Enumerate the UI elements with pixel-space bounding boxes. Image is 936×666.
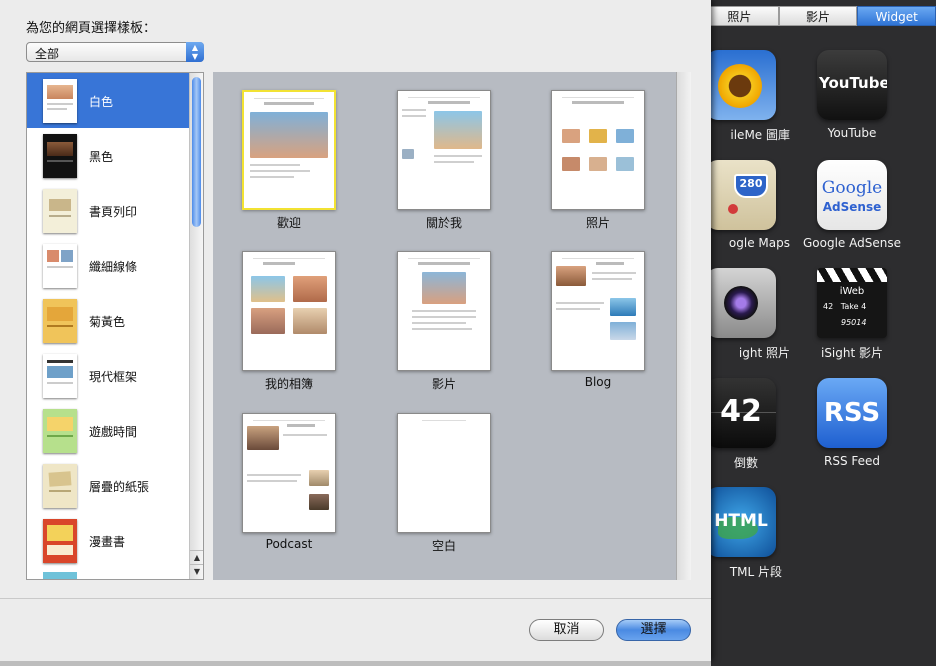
html-globe-icon: HTML (706, 487, 776, 557)
template-grid-scrollbar[interactable] (676, 72, 691, 580)
template-chooser-dialog: 為您的網頁選擇樣板： 全部 ▲ ▼ 白色 黑色 書頁列印 纖細線條 菊黃色 現代… (0, 0, 711, 661)
template-label: 影片 (431, 377, 456, 391)
tab-movies[interactable]: 影片 (778, 6, 858, 26)
theme-item[interactable]: 白色 (27, 73, 191, 128)
widget-label: iSight 影片 (820, 346, 884, 360)
template-label: 歡迎 (276, 216, 301, 230)
youtube-icon: YouTube (817, 50, 887, 120)
theme-label: 遊戲時間 (89, 425, 138, 439)
sunflower-icon (706, 50, 776, 120)
template-label: 空白 (431, 539, 456, 553)
cancel-button[interactable]: 取消 (529, 619, 604, 641)
template-thumbnail (242, 413, 336, 533)
youtube-logo-text: YouTube (819, 74, 887, 92)
countdown-number: 42 (720, 394, 762, 429)
maps-icon: 280 (706, 160, 776, 230)
theme-label: 白色 (89, 95, 114, 109)
theme-thumbnail (43, 409, 77, 453)
tab-photos[interactable]: 照片 (700, 6, 779, 26)
theme-thumbnail (43, 464, 77, 508)
template-blank[interactable]: 空白 (397, 413, 491, 554)
tab-widget[interactable]: Widget (857, 6, 936, 26)
template-thumbnail (397, 251, 491, 371)
select-arrows-icon: ▲ ▼ (186, 42, 204, 62)
adsense-icon: Google AdSense (817, 160, 887, 230)
theme-item[interactable]: 纖細線條 (27, 238, 191, 293)
clapperboard-icon: iWeb 42 Take 4 95014 (817, 268, 887, 338)
theme-item[interactable]: 層疊的紙張 (27, 458, 191, 513)
clapper-row-2: 95014 (841, 318, 867, 327)
template-blog[interactable]: Blog (551, 251, 645, 389)
widget-label: YouTube (827, 126, 877, 140)
theme-item[interactable]: 遊戲時間 (27, 403, 191, 458)
google-logo-text: Google (821, 178, 883, 198)
widget-item[interactable]: iWeb 42 Take 4 95014 iSight 影片 (797, 268, 907, 361)
dialog-prompt: 為您的網頁選擇樣板： (26, 21, 157, 36)
rss-text: RSS (823, 398, 881, 428)
scroll-up-arrow-icon[interactable]: ▲ (190, 550, 203, 565)
theme-label: 菊黃色 (89, 315, 126, 329)
camera-icon (706, 268, 776, 338)
template-label: Blog (584, 375, 612, 389)
theme-thumbnail (43, 354, 77, 398)
template-my-albums[interactable]: 我的相簿 (242, 251, 336, 392)
theme-label: 現代框架 (89, 370, 138, 384)
scroll-thumb[interactable] (192, 77, 201, 227)
template-thumbnail (397, 90, 491, 210)
theme-item[interactable]: 黑色 (27, 128, 191, 183)
widget-item[interactable]: YouTube YouTube (797, 50, 907, 140)
countdown-icon: 42 (706, 378, 776, 448)
template-label: 我的相簿 (264, 377, 313, 391)
theme-thumbnail (43, 519, 77, 563)
template-photos[interactable]: 照片 (551, 90, 645, 231)
template-welcome[interactable]: 歡迎 (242, 90, 336, 231)
theme-list[interactable]: 白色 黑色 書頁列印 纖細線條 菊黃色 現代框架 遊戲時間 層疊的紙張 漫畫書 … (26, 72, 204, 580)
template-thumbnail (242, 251, 336, 371)
theme-thumbnail (43, 299, 77, 343)
category-select[interactable]: 全部 ▲ ▼ (26, 42, 204, 62)
template-label: Podcast (265, 537, 313, 551)
theme-item[interactable]: 菊黃色 (27, 293, 191, 348)
theme-label: 層疊的紙張 (89, 480, 150, 494)
theme-label: 黑色 (89, 150, 114, 164)
template-movie[interactable]: 影片 (397, 251, 491, 392)
theme-item[interactable]: 現代框架 (27, 348, 191, 403)
widget-item[interactable]: Google AdSense Google AdSense (797, 160, 907, 250)
theme-label: 書頁列印 (89, 205, 138, 219)
clapper-row-1: 42 Take 4 (823, 302, 867, 311)
template-thumbnail (397, 413, 491, 533)
clapper-title: iWeb (839, 286, 865, 297)
rss-icon: RSS (817, 378, 887, 448)
theme-list-scrollbar[interactable]: ▲ ▼ (189, 73, 203, 579)
theme-label: 纖細線條 (89, 260, 138, 274)
theme-thumbnail (43, 189, 77, 233)
choose-button[interactable]: 選擇 (616, 619, 691, 641)
theme-item[interactable]: 書頁列印 (27, 183, 191, 238)
scroll-down-arrow-icon[interactable]: ▼ (190, 564, 203, 579)
template-label: 關於我 (425, 216, 462, 230)
template-thumbnail (242, 90, 336, 210)
template-podcast[interactable]: Podcast (242, 413, 336, 551)
theme-thumbnail (43, 79, 77, 123)
theme-thumbnail (43, 244, 77, 288)
template-about-me[interactable]: 關於我 (397, 90, 491, 231)
template-thumbnail (551, 90, 645, 210)
template-label: 照片 (585, 216, 610, 230)
theme-label: 漫畫書 (89, 535, 126, 549)
theme-item-partial (27, 568, 191, 579)
html-text: HTML (714, 511, 768, 531)
dialog-bottom-edge (0, 661, 711, 666)
map-shield-number: 280 (739, 177, 763, 190)
widget-label: RSS Feed (823, 454, 880, 468)
theme-item[interactable]: 漫畫書 (27, 513, 191, 568)
adsense-logo-text: AdSense (822, 200, 882, 214)
media-tabs: 照片 影片 Widget (700, 6, 936, 26)
widget-label: Google AdSense (803, 236, 901, 250)
category-value: 全部 (35, 47, 60, 61)
dialog-divider (0, 598, 711, 599)
widget-item[interactable]: RSS RSS Feed (797, 378, 907, 468)
theme-thumbnail (43, 134, 77, 178)
template-thumbnail (551, 251, 645, 371)
